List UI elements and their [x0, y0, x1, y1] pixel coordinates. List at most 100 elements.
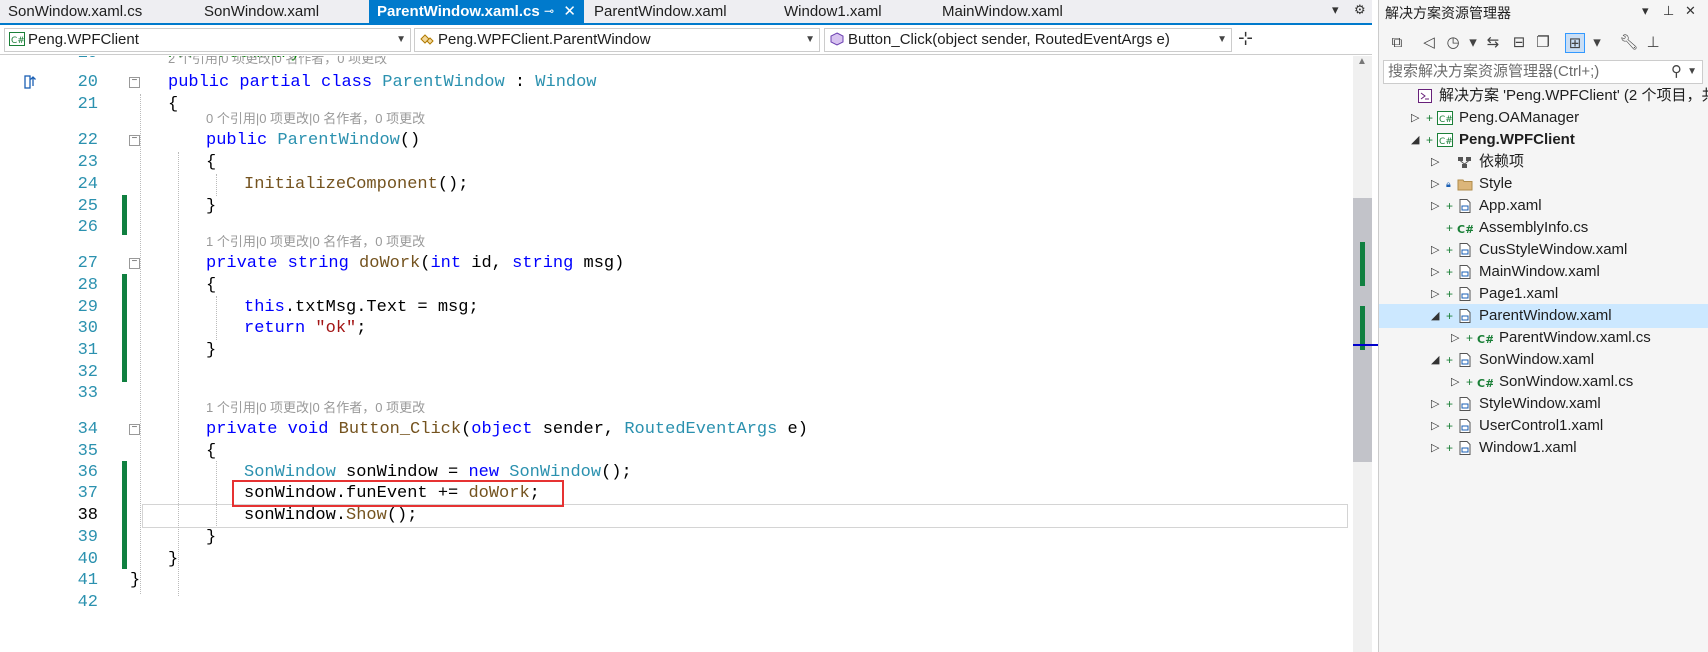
- sync-icon[interactable]: ⇆: [1483, 33, 1503, 53]
- pin-icon[interactable]: ⊥: [1663, 3, 1674, 19]
- tree-item[interactable]: ▷ + App.xaml: [1379, 194, 1708, 218]
- search-icon[interactable]: ⚲: [1671, 61, 1682, 83]
- tab-sonwindow-xaml[interactable]: SonWindow.xaml: [196, 0, 368, 23]
- code-line[interactable]: {: [206, 440, 216, 464]
- close-icon[interactable]: ✕: [563, 0, 576, 23]
- preview-icon[interactable]: ⊥: [1643, 33, 1663, 53]
- code-line[interactable]: public partial class ParentWindow : Wind…: [168, 71, 597, 95]
- wrench-icon[interactable]: 🔧︎: [1619, 33, 1639, 53]
- code-line[interactable]: }: [130, 569, 140, 593]
- code-line[interactable]: }: [206, 339, 216, 363]
- gear-icon[interactable]: ⚙: [1354, 2, 1366, 18]
- code-line[interactable]: public ParentWindow(): [206, 129, 420, 153]
- tab-sonwindow-xaml-cs[interactable]: SonWindow.xaml.cs: [0, 0, 196, 23]
- code-line[interactable]: {: [206, 274, 216, 298]
- collapse-icon[interactable]: −: [129, 258, 140, 269]
- code-line[interactable]: }: [168, 548, 178, 572]
- tab-mainwindow-xaml[interactable]: MainWindow.xaml: [934, 0, 1116, 23]
- tree-item[interactable]: ◢ + ParentWindow.xaml: [1379, 304, 1708, 328]
- tab-dropdown-icon[interactable]: ▾: [1332, 2, 1339, 18]
- tree-item[interactable]: ▷ + Page1.xaml: [1379, 282, 1708, 306]
- inheritance-glyph-icon[interactable]: [24, 74, 40, 90]
- expand-icon[interactable]: ▷: [1451, 370, 1459, 394]
- expand-icon[interactable]: ▷: [1431, 238, 1439, 262]
- expand-icon[interactable]: ▷: [1411, 106, 1419, 130]
- code-line[interactable]: private string doWork(int id, string msg…: [206, 252, 624, 276]
- expand-icon[interactable]: ▷: [1431, 414, 1439, 438]
- tree-item[interactable]: ▷ + C# Peng.OAManager: [1379, 106, 1708, 130]
- collapse-all-icon[interactable]: ⊟: [1509, 33, 1529, 53]
- tree-item[interactable]: ▷ + MainWindow.xaml: [1379, 260, 1708, 284]
- expand-icon[interactable]: ▷: [1431, 260, 1439, 284]
- expand-icon[interactable]: ▷: [1431, 436, 1439, 460]
- code-line[interactable]: {: [206, 151, 216, 175]
- expand-icon[interactable]: ▷: [1431, 172, 1439, 196]
- collapse-icon[interactable]: ◢: [1431, 304, 1439, 328]
- code-line[interactable]: }: [206, 526, 216, 550]
- tree-item[interactable]: ▷ 🔒︎ Style: [1379, 172, 1708, 196]
- code-line[interactable]: {: [168, 93, 178, 117]
- expand-icon[interactable]: ▷: [1431, 194, 1439, 218]
- scroll-up-icon[interactable]: ▲: [1357, 56, 1367, 67]
- tree-item[interactable]: ▷ + CusStyleWindow.xaml: [1379, 238, 1708, 262]
- code-line[interactable]: sonWindow.Show();: [244, 504, 417, 528]
- member-dropdown[interactable]: Button_Click(object sender, RoutedEventA…: [824, 28, 1232, 52]
- tree-item[interactable]: ◢ + SonWindow.xaml: [1379, 348, 1708, 372]
- code-editor[interactable]: /// </summary>192 个引用|0 项更改|0 名作者，0 项更改2…: [0, 56, 1352, 652]
- codelens-references[interactable]: 1 个引用|0 项更改|0 名作者，0 项更改: [206, 398, 425, 418]
- collapse-icon[interactable]: −: [129, 77, 140, 88]
- tree-item[interactable]: 解决方案 'Peng.WPFClient' (2 个项目，共: [1379, 84, 1708, 108]
- code-line[interactable]: private void Button_Click(object sender,…: [206, 418, 808, 442]
- expand-icon[interactable]: ▷: [1431, 392, 1439, 416]
- code-token: Show: [346, 506, 387, 525]
- code-token: (): [399, 131, 421, 150]
- tree-item[interactable]: ▷ + Window1.xaml: [1379, 436, 1708, 460]
- codelens-references[interactable]: 1 个引用|0 项更改|0 名作者，0 项更改: [206, 232, 425, 252]
- code-token: ParentWindow: [277, 131, 400, 150]
- expand-icon[interactable]: ▷: [1431, 150, 1439, 174]
- tree-item[interactable]: + C# AssemblyInfo.cs: [1379, 216, 1708, 240]
- expand-icon[interactable]: ▷: [1431, 282, 1439, 306]
- tree-item[interactable]: ▷ + C# SonWindow.xaml.cs: [1379, 370, 1708, 394]
- close-icon[interactable]: ✕: [1685, 3, 1696, 19]
- project-dropdown[interactable]: C# Peng.WPFClient ▼: [4, 28, 411, 52]
- history-icon[interactable]: ◷: [1443, 33, 1463, 53]
- xaml-file-icon: [1457, 418, 1473, 434]
- tree-item[interactable]: ▷ + C# ParentWindow.xaml.cs: [1379, 326, 1708, 350]
- code-token: RoutedEventArgs: [624, 420, 778, 439]
- split-editor-icon[interactable]: ⊹: [1238, 28, 1253, 49]
- collapse-icon[interactable]: −: [129, 135, 140, 146]
- show-all-files-icon[interactable]: ⊞: [1565, 33, 1585, 53]
- code-area[interactable]: /// </summary>192 个引用|0 项更改|0 名作者，0 项更改2…: [0, 56, 1352, 652]
- csharp-project-icon: C#: [1437, 110, 1453, 126]
- code-token: (: [420, 254, 431, 273]
- code-line[interactable]: return "ok";: [244, 317, 366, 341]
- chevron-down-icon[interactable]: ▾: [1463, 33, 1483, 53]
- tree-item[interactable]: ◢ + C# Peng.WPFClient: [1379, 128, 1708, 152]
- line-number: 37: [77, 484, 98, 503]
- collapse-icon[interactable]: ◢: [1431, 348, 1439, 372]
- tree-item[interactable]: ▷ 依赖项: [1379, 150, 1708, 174]
- collapse-icon[interactable]: −: [129, 424, 140, 435]
- tab-parentwindow-xaml[interactable]: ParentWindow.xaml: [586, 0, 774, 23]
- code-token: doWork: [359, 254, 421, 273]
- codelens-references[interactable]: 0 个引用|0 项更改|0 名作者，0 项更改: [206, 109, 425, 129]
- codelens-references[interactable]: 2 个引用|0 项更改|0 名作者，0 项更改: [168, 56, 387, 69]
- code-line[interactable]: }: [206, 195, 216, 219]
- chevron-down-icon[interactable]: ▾: [1587, 33, 1607, 53]
- tree-item[interactable]: ▷ + StyleWindow.xaml: [1379, 392, 1708, 416]
- copy-icon[interactable]: ❐: [1533, 33, 1553, 53]
- chevron-down-icon[interactable]: ▼: [1687, 61, 1697, 83]
- solution-explorer-search[interactable]: 搜索解决方案资源管理器(Ctrl+;) ⚲ ▼: [1383, 60, 1703, 84]
- expand-icon[interactable]: ▷: [1451, 326, 1459, 350]
- collapse-icon[interactable]: ◢: [1411, 128, 1419, 152]
- dropdown-icon[interactable]: ▾: [1642, 3, 1649, 19]
- tab-parentwindow-xaml-cs[interactable]: ParentWindow.xaml.cs ⊸ ✕: [369, 0, 584, 23]
- switch-views-icon[interactable]: ⧉: [1387, 33, 1407, 53]
- back-icon[interactable]: ◁: [1419, 33, 1439, 53]
- type-dropdown[interactable]: Peng.WPFClient.ParentWindow ▼: [414, 28, 820, 52]
- code-line[interactable]: InitializeComponent();: [244, 173, 468, 197]
- tab-window1-xaml[interactable]: Window1.xaml: [776, 0, 932, 23]
- pin-icon[interactable]: ⊸: [544, 0, 554, 23]
- tree-item[interactable]: ▷ + UserControl1.xaml: [1379, 414, 1708, 438]
